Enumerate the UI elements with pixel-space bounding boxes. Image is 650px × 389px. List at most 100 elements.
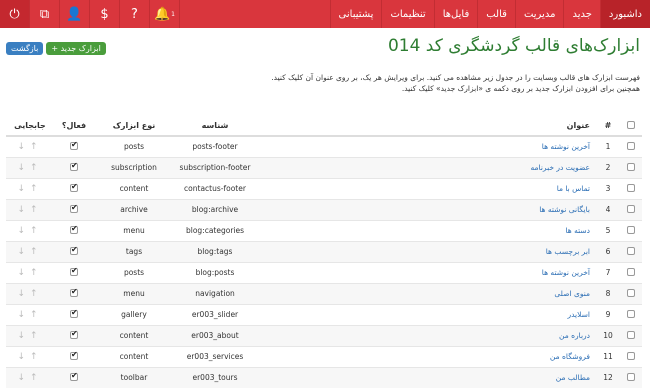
move-down-icon[interactable]: ↓ <box>17 247 30 257</box>
row-active-cell[interactable] <box>54 303 94 325</box>
row-select-cell[interactable] <box>620 345 642 367</box>
row-select-cell[interactable] <box>620 240 642 262</box>
new-widget-button[interactable]: + ابزارک جدید <box>46 42 106 55</box>
move-down-icon[interactable]: ↓ <box>17 289 30 299</box>
active-checkbox[interactable] <box>70 203 78 213</box>
row-select-cell[interactable] <box>620 303 642 325</box>
select-all-checkbox[interactable] <box>627 120 635 129</box>
row-select-cell[interactable] <box>620 366 642 388</box>
row-select-checkbox[interactable] <box>627 225 635 234</box>
row-select-checkbox[interactable] <box>627 246 635 255</box>
active-checkbox[interactable] <box>70 287 78 297</box>
row-select-cell[interactable] <box>620 177 642 199</box>
move-down-icon[interactable]: ↓ <box>17 331 30 341</box>
move-up-icon[interactable]: ↑ <box>30 163 43 173</box>
active-checkbox[interactable] <box>70 266 78 276</box>
nav-item-3[interactable]: قالب <box>477 0 515 28</box>
nav-item-2[interactable]: مدیریت <box>514 0 564 28</box>
nav-item-5[interactable]: تنظیمات <box>381 0 433 28</box>
move-up-icon[interactable]: ↑ <box>30 268 43 278</box>
row-select-checkbox[interactable] <box>627 183 635 192</box>
move-up-icon[interactable]: ↑ <box>30 205 43 215</box>
row-select-cell[interactable] <box>620 135 642 157</box>
row-title-link[interactable]: درباره من <box>256 324 596 346</box>
row-title-link[interactable]: دسته ها <box>256 219 596 241</box>
row-title-link[interactable]: آخرین نوشته ها <box>256 261 596 283</box>
bell-icon[interactable]: 🔔 1 <box>150 0 180 28</box>
nav-item-6[interactable]: پشتیبانی <box>329 0 382 28</box>
active-checkbox[interactable] <box>70 329 78 339</box>
row-title-link[interactable]: اسلایدر <box>256 303 596 325</box>
move-down-icon[interactable]: ↓ <box>17 205 30 215</box>
row-active-cell[interactable] <box>54 240 94 262</box>
row-select-cell[interactable] <box>620 261 642 283</box>
move-up-icon[interactable]: ↑ <box>30 184 43 194</box>
move-up-icon[interactable]: ↑ <box>30 226 43 236</box>
row-select-checkbox[interactable] <box>627 309 635 318</box>
row-title-link[interactable]: منوی اصلی <box>256 282 596 304</box>
external-link-icon[interactable]: ⧉ <box>30 0 60 28</box>
move-up-icon[interactable]: ↑ <box>30 352 43 362</box>
move-down-icon[interactable]: ↓ <box>17 268 30 278</box>
row-active-cell[interactable] <box>54 135 94 157</box>
row-select-checkbox[interactable] <box>627 267 635 276</box>
nav-item-0[interactable]: داشبورد <box>599 0 650 28</box>
row-active-cell[interactable] <box>54 282 94 304</box>
row-select-cell[interactable] <box>620 282 642 304</box>
row-title-link[interactable]: تماس با ما <box>256 177 596 199</box>
move-up-icon[interactable]: ↑ <box>30 142 43 152</box>
help-icon[interactable]: ? <box>120 0 150 28</box>
move-down-icon[interactable]: ↓ <box>17 184 30 194</box>
row-select-checkbox[interactable] <box>627 204 635 213</box>
row-title-link[interactable]: فروشگاه من <box>256 345 596 367</box>
row-select-checkbox[interactable] <box>627 162 635 171</box>
move-down-icon[interactable]: ↓ <box>17 310 30 320</box>
row-select-checkbox[interactable] <box>627 288 635 297</box>
row-active-cell[interactable] <box>54 324 94 346</box>
back-button[interactable]: بازگشت <box>6 42 44 55</box>
move-down-icon[interactable]: ↓ <box>17 163 30 173</box>
row-select-checkbox[interactable] <box>627 351 635 360</box>
move-up-icon[interactable]: ↑ <box>30 289 43 299</box>
move-down-icon[interactable]: ↓ <box>17 373 30 383</box>
nav-item-1[interactable]: جدید <box>563 0 599 28</box>
row-title-link[interactable]: بایگانی نوشته ها <box>256 198 596 220</box>
active-checkbox[interactable] <box>70 140 78 150</box>
row-active-cell[interactable] <box>54 261 94 283</box>
row-active-cell[interactable] <box>54 156 94 178</box>
row-select-checkbox[interactable] <box>627 141 635 150</box>
row-active-cell[interactable] <box>54 345 94 367</box>
move-up-icon[interactable]: ↑ <box>30 247 43 257</box>
row-select-checkbox[interactable] <box>627 372 635 381</box>
move-down-icon[interactable]: ↓ <box>17 226 30 236</box>
row-title-link[interactable]: ابر برچسب ها <box>256 240 596 262</box>
active-checkbox[interactable] <box>70 161 78 171</box>
row-select-cell[interactable] <box>620 198 642 220</box>
power-icon[interactable]: ⏻ <box>0 0 30 28</box>
row-active-cell[interactable] <box>54 219 94 241</box>
row-select-cell[interactable] <box>620 156 642 178</box>
row-title-link[interactable]: عضویت در خبرنامه <box>256 156 596 178</box>
row-title-link[interactable]: آخرین نوشته ها <box>256 135 596 157</box>
row-select-cell[interactable] <box>620 324 642 346</box>
move-down-icon[interactable]: ↓ <box>17 142 30 152</box>
move-up-icon[interactable]: ↑ <box>30 373 43 383</box>
nav-item-4[interactable]: فایل‌ها <box>433 0 478 28</box>
dollar-icon[interactable]: $ <box>90 0 120 28</box>
row-active-cell[interactable] <box>54 366 94 388</box>
row-active-cell[interactable] <box>54 198 94 220</box>
active-checkbox[interactable] <box>70 350 78 360</box>
row-active-cell[interactable] <box>54 177 94 199</box>
active-checkbox[interactable] <box>70 371 78 381</box>
user-icon[interactable]: 👤 <box>60 0 90 28</box>
move-up-icon[interactable]: ↑ <box>30 310 43 320</box>
select-all-header[interactable] <box>620 116 642 137</box>
active-checkbox[interactable] <box>70 182 78 192</box>
active-checkbox[interactable] <box>70 245 78 255</box>
move-up-icon[interactable]: ↑ <box>30 331 43 341</box>
row-select-cell[interactable] <box>620 219 642 241</box>
move-down-icon[interactable]: ↓ <box>17 352 30 362</box>
active-checkbox[interactable] <box>70 224 78 234</box>
row-title-link[interactable]: مطالب من <box>256 366 596 388</box>
row-select-checkbox[interactable] <box>627 330 635 339</box>
